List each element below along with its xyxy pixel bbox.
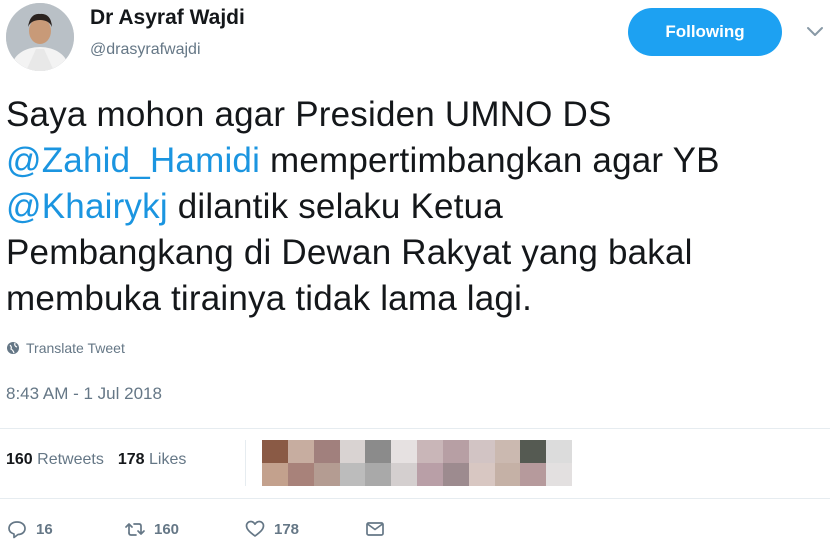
author-name[interactable]: Dr Asyraf Wajdi	[90, 6, 245, 30]
tweet-line: @Zahid_Hamidi mempertimbangkan agar YB	[6, 138, 826, 184]
liker-avatar[interactable]	[365, 440, 392, 463]
likes-stat[interactable]: 178 Likes	[118, 451, 187, 469]
liker-avatar[interactable]	[391, 440, 417, 463]
liker-avatar[interactable]	[339, 440, 366, 463]
liker-avatar[interactable]	[546, 463, 572, 486]
retweet-count: 160	[154, 520, 180, 538]
liker-avatars[interactable]	[262, 440, 572, 486]
liker-avatar[interactable]	[262, 463, 288, 486]
liker-avatar[interactable]	[442, 440, 469, 463]
mention-link[interactable]: @Zahid_Hamidi	[6, 141, 260, 180]
liker-avatar[interactable]	[417, 463, 443, 486]
translate-label: Translate Tweet	[26, 340, 125, 356]
tweet-line: Saya mohon agar Presiden UMNO DS	[6, 95, 612, 134]
liker-avatar[interactable]	[520, 440, 547, 463]
profile-photo	[6, 3, 74, 71]
liker-avatar[interactable]	[262, 440, 288, 463]
author-handle[interactable]: @drasyrafwajdi	[90, 41, 201, 59]
liker-avatar[interactable]	[546, 440, 572, 463]
following-button[interactable]: Following	[628, 8, 782, 56]
direct-message-button[interactable]	[364, 518, 386, 540]
reply-button[interactable]: 16	[6, 518, 124, 540]
liker-avatar[interactable]	[313, 440, 340, 463]
likes-count: 178	[117, 451, 145, 468]
liker-avatar[interactable]	[494, 440, 521, 463]
translate-tweet-link[interactable]: Translate Tweet	[6, 340, 125, 356]
retweets-stat[interactable]: 160 Retweets	[6, 451, 104, 469]
tweet-line-text: dilantik selaku Ketua	[167, 187, 503, 226]
liker-avatar[interactable]	[313, 463, 340, 486]
mention-link[interactable]: @Khairykj	[6, 187, 168, 226]
retweets-label: Retweets	[37, 451, 104, 468]
retweet-icon	[125, 523, 145, 536]
liker-avatar[interactable]	[520, 463, 547, 486]
chevron-down-icon[interactable]	[804, 20, 826, 42]
like-button[interactable]: 178	[244, 518, 364, 540]
reply-count: 16	[36, 520, 53, 538]
tweet-stats: 160 Retweets 178 Likes	[6, 451, 186, 469]
avatar[interactable]	[6, 3, 74, 71]
divider	[245, 440, 246, 486]
liker-avatar[interactable]	[339, 463, 366, 486]
liker-avatar[interactable]	[365, 463, 392, 486]
globe-icon	[7, 342, 19, 354]
likes-label: Likes	[149, 451, 187, 468]
liker-avatar[interactable]	[391, 463, 417, 486]
heart-icon	[245, 520, 265, 537]
divider	[0, 498, 830, 499]
retweets-count: 160	[6, 451, 33, 468]
tweet-line: membuka tirainya tidak lama lagi.	[6, 279, 532, 318]
tweet-text: Saya mohon agar Presiden UMNO DS @Zahid_…	[6, 92, 826, 322]
divider	[0, 428, 830, 429]
liker-avatar[interactable]	[468, 440, 495, 463]
reply-icon	[8, 521, 26, 539]
action-bar: 16 160 178	[6, 518, 386, 540]
liker-avatar[interactable]	[468, 463, 495, 486]
liker-avatar[interactable]	[417, 440, 443, 463]
tweet-line: Pembangkang di Dewan Rakyat yang bakal	[6, 233, 693, 272]
liker-avatar[interactable]	[287, 440, 314, 463]
tweet-timestamp[interactable]: 8:43 AM - 1 Jul 2018	[6, 384, 162, 404]
tweet-line-text: mempertimbangkan agar YB	[260, 141, 720, 180]
retweet-button[interactable]: 160	[124, 518, 244, 540]
liker-avatar[interactable]	[494, 463, 521, 486]
message-icon	[366, 522, 384, 536]
like-count: 178	[274, 520, 300, 538]
liker-avatar[interactable]	[442, 463, 469, 486]
tweet-line: @Khairykj dilantik selaku Ketua	[6, 184, 826, 230]
liker-avatar[interactable]	[287, 463, 314, 486]
